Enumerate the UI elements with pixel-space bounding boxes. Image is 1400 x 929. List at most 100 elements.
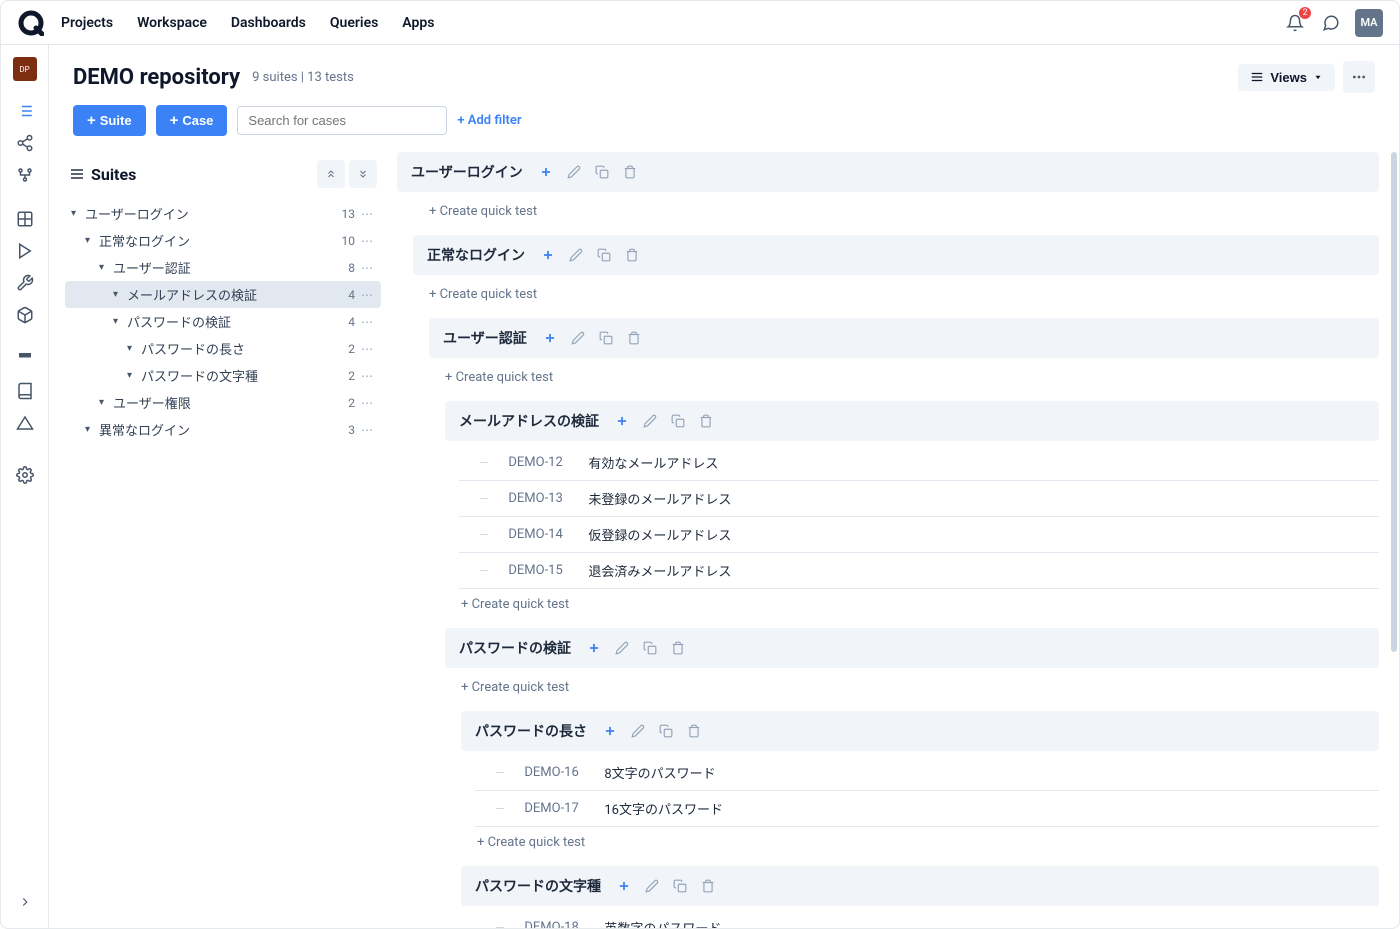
delete-icon[interactable] [627, 331, 641, 345]
nav-workspace[interactable]: Workspace [137, 15, 207, 31]
edit-icon[interactable] [615, 641, 629, 655]
sidebar-expand-icon[interactable] [11, 888, 39, 916]
project-badge[interactable]: DP [13, 57, 37, 81]
edit-icon[interactable] [631, 724, 645, 738]
create-quick-test[interactable]: + Create quick test [445, 589, 1379, 624]
tree-item[interactable]: ▾パスワードの長さ2⋯ [65, 335, 381, 362]
create-quick-test[interactable]: + Create quick test [445, 672, 1379, 707]
drag-handle-icon[interactable]: — [479, 528, 488, 542]
add-icon[interactable] [541, 248, 555, 262]
delete-icon[interactable] [625, 248, 639, 262]
copy-icon[interactable] [597, 248, 611, 262]
case-row[interactable]: —DEMO-1716文字のパスワード [475, 791, 1379, 827]
case-row[interactable]: —DEMO-13未登録のメールアドレス [459, 481, 1379, 517]
tree-item[interactable]: ▾パスワードの検証4⋯ [65, 308, 381, 335]
tree-more-icon[interactable]: ⋯ [361, 342, 375, 356]
app-logo[interactable] [17, 9, 45, 37]
case-row[interactable]: —DEMO-12有効なメールアドレス [459, 445, 1379, 481]
tree-item[interactable]: ▾メールアドレスの検証4⋯ [65, 281, 381, 308]
add-icon[interactable] [543, 331, 557, 345]
suite-header[interactable]: パスワードの長さ [461, 711, 1379, 751]
tree-more-icon[interactable]: ⋯ [361, 315, 375, 329]
copy-icon[interactable] [671, 414, 685, 428]
delete-icon[interactable] [671, 641, 685, 655]
nav-apps[interactable]: Apps [402, 15, 434, 31]
case-row[interactable]: —DEMO-15退会済みメールアドレス [459, 553, 1379, 589]
sidebar-box-icon[interactable] [11, 301, 39, 329]
drag-handle-icon[interactable]: — [479, 564, 488, 578]
create-quick-test[interactable]: + Create quick test [461, 827, 1379, 862]
edit-icon[interactable] [645, 879, 659, 893]
tree-item[interactable]: ▾ユーザーログイン13⋯ [65, 200, 381, 227]
copy-icon[interactable] [643, 641, 657, 655]
sidebar-book-icon[interactable] [11, 377, 39, 405]
tree-more-icon[interactable]: ⋯ [361, 207, 375, 221]
edit-icon[interactable] [569, 248, 583, 262]
create-quick-test[interactable]: + Create quick test [413, 279, 1379, 314]
case-row[interactable]: —DEMO-168文字のパスワード [475, 755, 1379, 791]
sidebar-triangle-icon[interactable] [11, 409, 39, 437]
nav-projects[interactable]: Projects [61, 15, 113, 31]
sidebar-settings-icon[interactable] [11, 461, 39, 489]
suite-header[interactable]: パスワードの文字種 [461, 866, 1379, 906]
drag-handle-icon[interactable]: — [495, 921, 504, 929]
tree-item[interactable]: ▾パスワードの文字種2⋯ [65, 362, 381, 389]
copy-icon[interactable] [673, 879, 687, 893]
edit-icon[interactable] [571, 331, 585, 345]
search-input[interactable] [237, 106, 447, 135]
tree-more-icon[interactable]: ⋯ [361, 423, 375, 437]
drag-handle-icon[interactable]: — [495, 802, 504, 816]
delete-icon[interactable] [623, 165, 637, 179]
delete-icon[interactable] [699, 414, 713, 428]
edit-icon[interactable] [567, 165, 581, 179]
sidebar-play-icon[interactable] [11, 237, 39, 265]
add-icon[interactable] [617, 879, 631, 893]
sidebar-repository-icon[interactable] [11, 97, 39, 125]
copy-icon[interactable] [599, 331, 613, 345]
copy-icon[interactable] [659, 724, 673, 738]
create-quick-test[interactable]: + Create quick test [429, 362, 1379, 397]
suite-header[interactable]: ユーザーログイン [397, 152, 1379, 192]
add-icon[interactable] [603, 724, 617, 738]
case-row[interactable]: —DEMO-18英数字のパスワード [475, 910, 1379, 928]
views-button[interactable]: Views [1238, 64, 1335, 91]
sidebar-share-icon[interactable] [11, 129, 39, 157]
delete-icon[interactable] [687, 724, 701, 738]
add-icon[interactable] [615, 414, 629, 428]
chat-button[interactable] [1319, 11, 1343, 35]
tree-more-icon[interactable]: ⋯ [361, 234, 375, 248]
create-quick-test[interactable]: + Create quick test [397, 196, 1379, 231]
case-button[interactable]: +Case [156, 105, 228, 136]
more-button[interactable] [1343, 61, 1375, 93]
delete-icon[interactable] [701, 879, 715, 893]
suite-header[interactable]: 正常なログイン [413, 235, 1379, 275]
suite-button[interactable]: +Suite [73, 105, 146, 136]
user-avatar[interactable]: MA [1355, 9, 1383, 37]
sidebar-flag-icon[interactable] [11, 345, 39, 373]
notifications-button[interactable]: 2 [1283, 11, 1307, 35]
case-row[interactable]: —DEMO-14仮登録のメールアドレス [459, 517, 1379, 553]
suite-header[interactable]: メールアドレスの検証 [445, 401, 1379, 441]
drag-handle-icon[interactable]: — [495, 766, 504, 780]
edit-icon[interactable] [643, 414, 657, 428]
sidebar-branch-icon[interactable] [11, 161, 39, 189]
tree-more-icon[interactable]: ⋯ [361, 369, 375, 383]
copy-icon[interactable] [595, 165, 609, 179]
add-icon[interactable] [539, 165, 553, 179]
tree-item[interactable]: ▾ユーザー権限2⋯ [65, 389, 381, 416]
nav-dashboards[interactable]: Dashboards [231, 15, 306, 31]
tree-more-icon[interactable]: ⋯ [361, 396, 375, 410]
scrollbar[interactable] [1391, 152, 1397, 652]
drag-handle-icon[interactable]: — [479, 492, 488, 506]
tree-item[interactable]: ▾ユーザー認証8⋯ [65, 254, 381, 281]
drag-handle-icon[interactable]: — [479, 456, 488, 470]
tree-more-icon[interactable]: ⋯ [361, 261, 375, 275]
add-icon[interactable] [587, 641, 601, 655]
expand-all-button[interactable] [349, 160, 377, 188]
sidebar-grid-icon[interactable] [11, 205, 39, 233]
tree-more-icon[interactable]: ⋯ [361, 288, 375, 302]
tree-item[interactable]: ▾異常なログイン3⋯ [65, 416, 381, 443]
tree-item[interactable]: ▾正常なログイン10⋯ [65, 227, 381, 254]
suite-header[interactable]: パスワードの検証 [445, 628, 1379, 668]
nav-queries[interactable]: Queries [330, 15, 378, 31]
